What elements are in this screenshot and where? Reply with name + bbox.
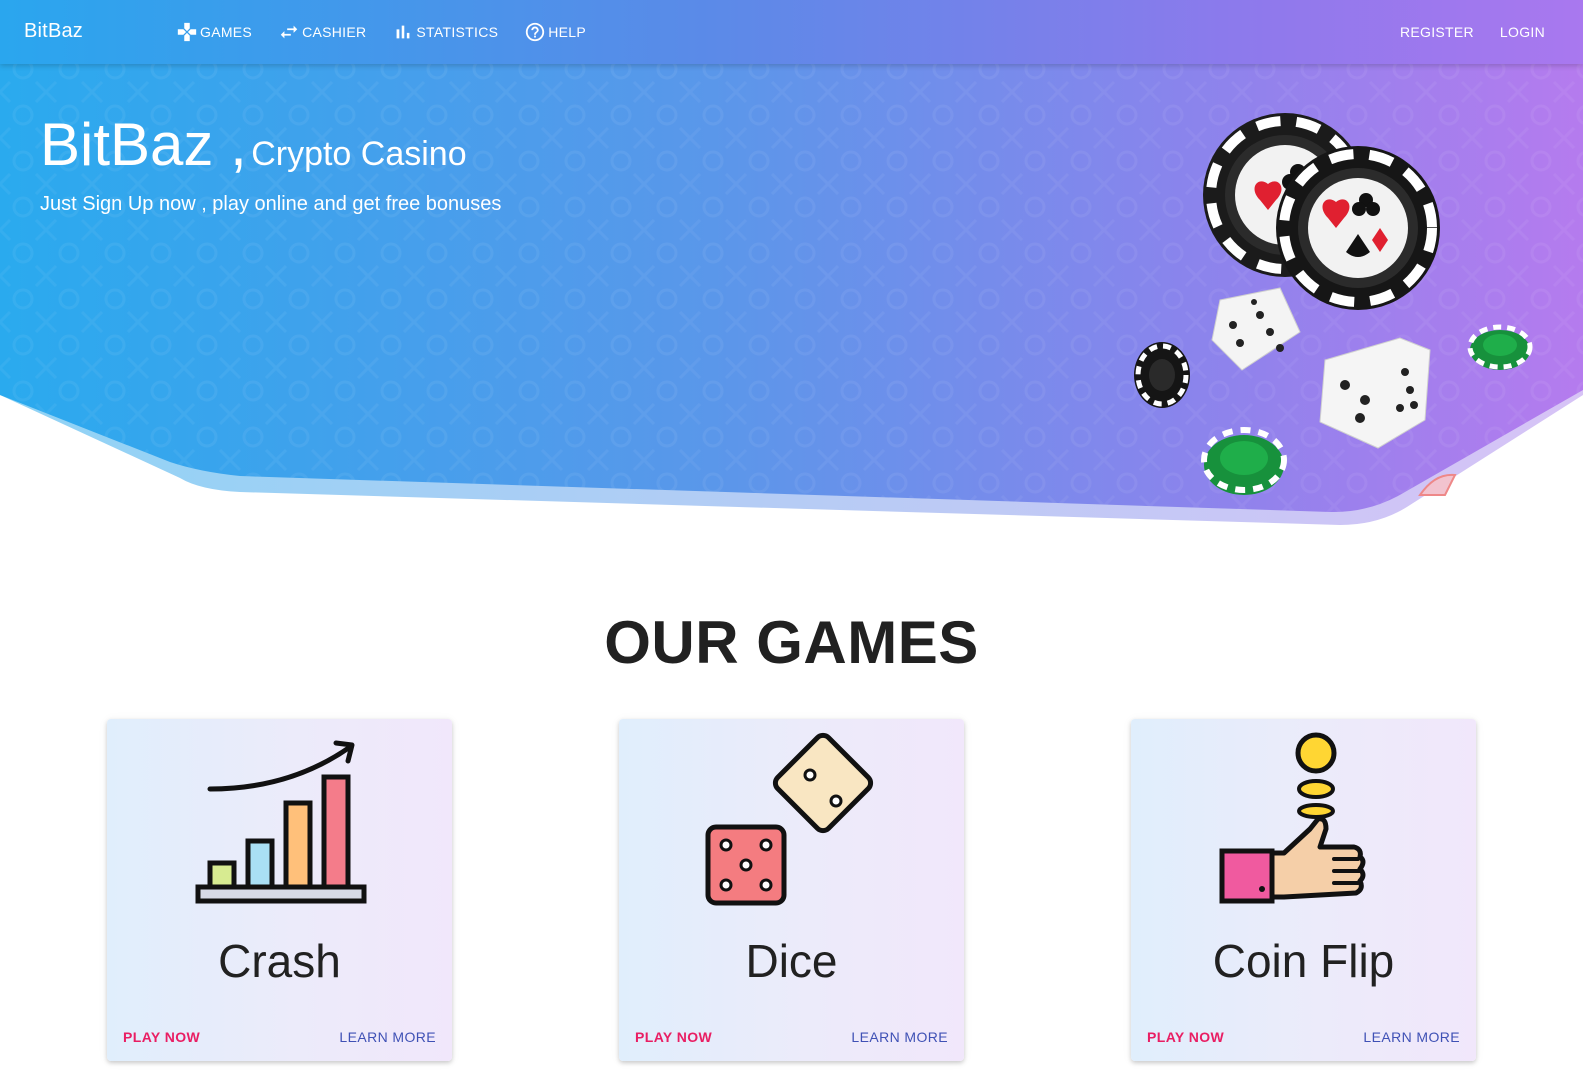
coin-flip-icon <box>1131 729 1476 909</box>
gamepad-icon <box>176 21 200 43</box>
hero-tagline: Just Sign Up now , play online and get f… <box>40 193 502 215</box>
coin-flip-play-now-button[interactable]: PLAY NOW <box>1147 1029 1224 1045</box>
game-title-crash: Crash <box>218 935 341 987</box>
top-navbar: BitBaz GAMES CASHIER STATISTICS HELP REG… <box>0 0 1583 64</box>
coin-flip-learn-more-button[interactable]: LEARN MORE <box>1363 1029 1460 1045</box>
game-card-crash: Crash PLAY NOW LEARN MORE <box>107 719 452 1061</box>
nav-games-label: GAMES <box>200 24 253 40</box>
casino-chips-dice-illustration <box>1134 113 1533 496</box>
game-card-dice: Dice PLAY NOW LEARN MORE <box>619 719 964 1061</box>
help-circle-icon <box>524 21 548 43</box>
bar-chart-icon <box>392 21 416 43</box>
swap-arrows-icon <box>278 21 302 43</box>
dice-learn-more-button[interactable]: LEARN MORE <box>851 1029 948 1045</box>
our-games-heading: OUR GAMES <box>604 609 979 676</box>
auth-links: REGISTER LOGIN <box>1374 0 1545 64</box>
hero-title-main: BitBaz , <box>40 111 247 178</box>
dice-play-now-button[interactable]: PLAY NOW <box>635 1029 712 1045</box>
growth-chart-icon <box>107 729 452 909</box>
crash-play-now-button[interactable]: PLAY NOW <box>123 1029 200 1045</box>
die-large <box>1319 337 1431 449</box>
nav-cashier[interactable]: CASHIER <box>278 21 366 43</box>
nav-cashier-label: CASHIER <box>302 24 367 40</box>
nav-help-label: HELP <box>548 24 587 40</box>
nav-games[interactable]: GAMES <box>176 21 252 43</box>
nav-statistics-label: STATISTICS <box>416 24 499 40</box>
brand-logo[interactable]: BitBaz <box>24 20 83 43</box>
die-small <box>1211 287 1301 371</box>
dice-icon <box>619 729 964 909</box>
nav-help[interactable]: HELP <box>524 21 586 43</box>
hero-title: BitBaz , Crypto Casino <box>40 110 467 179</box>
poker-chip-front <box>1276 146 1440 310</box>
crash-learn-more-button[interactable]: LEARN MORE <box>339 1029 436 1045</box>
register-button[interactable]: REGISTER <box>1400 24 1474 40</box>
nav-statistics[interactable]: STATISTICS <box>392 21 498 43</box>
chip-green-large <box>1201 427 1287 495</box>
login-button[interactable]: LOGIN <box>1500 24 1545 40</box>
chip-green-small <box>1467 324 1533 370</box>
chip-dark-small <box>1134 342 1190 408</box>
chip-red-partial <box>1418 473 1457 496</box>
hero-title-sub: Crypto Casino <box>251 135 467 173</box>
game-card-coin-flip: Coin Flip PLAY NOW LEARN MORE <box>1131 719 1476 1061</box>
game-title-dice: Dice <box>745 935 838 987</box>
nav-links: GAMES CASHIER STATISTICS HELP <box>176 0 612 64</box>
game-title-coin-flip: Coin Flip <box>1212 935 1395 987</box>
